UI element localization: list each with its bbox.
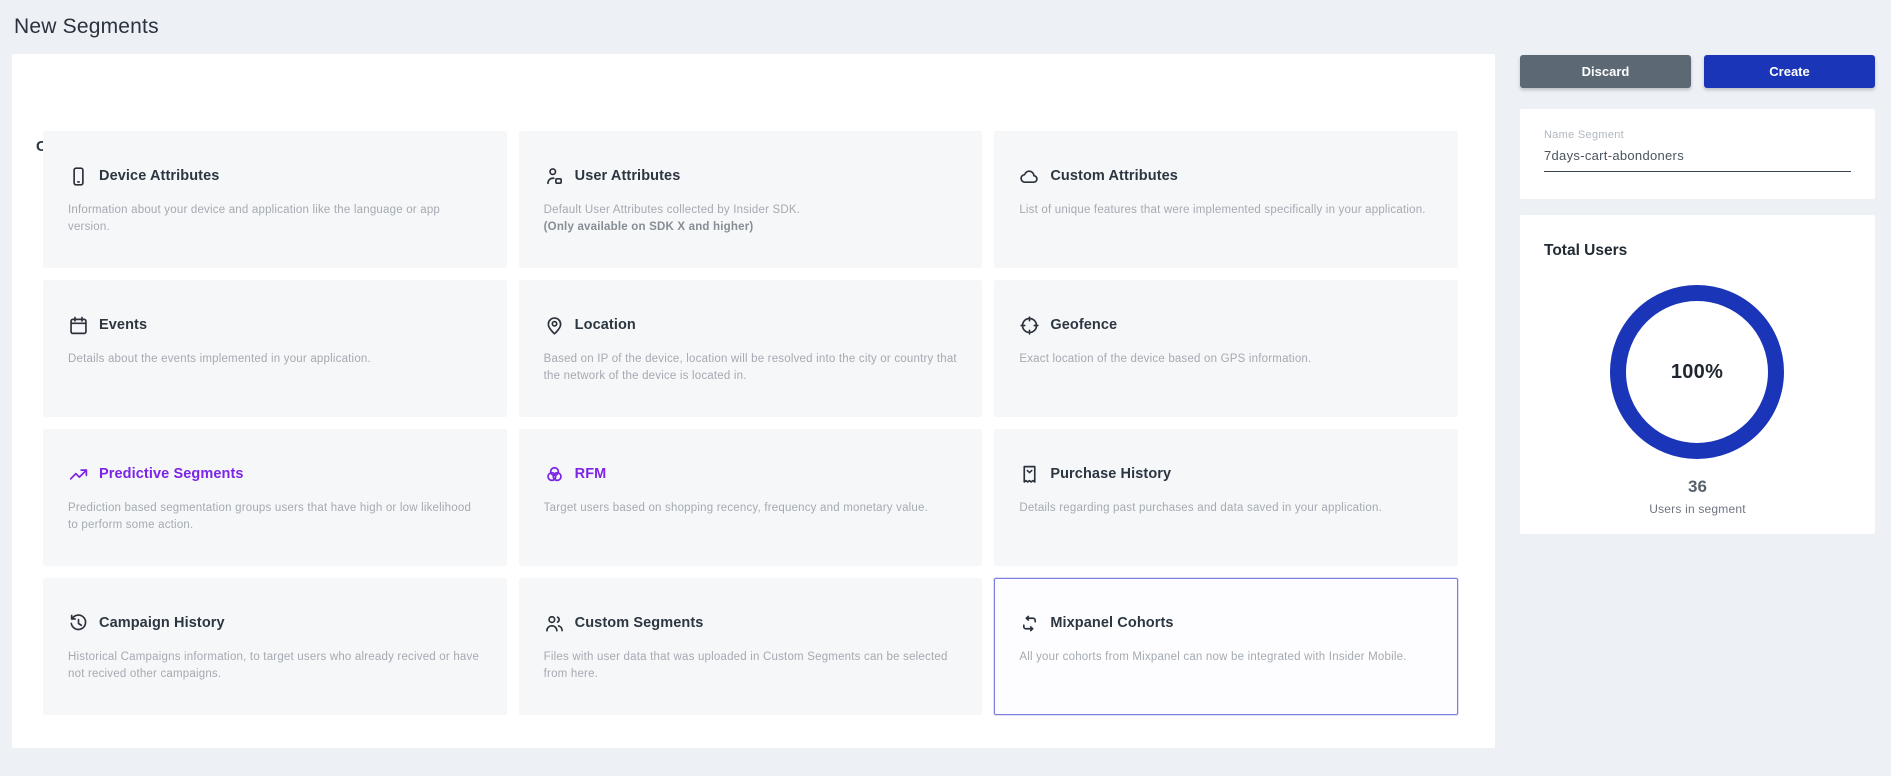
category-description: List of unique features that were implem… — [1019, 202, 1433, 219]
create-button[interactable]: Create — [1704, 55, 1875, 88]
category-card-location[interactable]: Location Based on IP of the device, loca… — [519, 280, 983, 417]
calendar-icon — [68, 315, 89, 336]
cloud-icon — [1019, 166, 1040, 187]
category-description: Default User Attributes collected by Ins… — [544, 202, 958, 219]
category-card-predictive-segments[interactable]: Predictive Segments Prediction based seg… — [43, 429, 507, 566]
category-description: Files with user data that was uploaded i… — [544, 649, 958, 683]
discard-button[interactable]: Discard — [1520, 55, 1691, 88]
name-segment-card: Name Segment — [1520, 109, 1875, 199]
category-title: Mixpanel Cohorts — [1050, 615, 1173, 631]
category-card-custom-attributes[interactable]: Custom Attributes List of unique feature… — [994, 131, 1458, 268]
category-card-custom-segments[interactable]: Custom Segments Files with user data tha… — [519, 578, 983, 715]
category-description: Based on IP of the device, location will… — [544, 351, 958, 385]
action-buttons: Discard Create — [1520, 55, 1875, 88]
venn-diagram-icon — [544, 464, 565, 485]
category-card-geofence[interactable]: Geofence Exact location of the device ba… — [994, 280, 1458, 417]
user-badge-icon — [544, 166, 565, 187]
category-title: Geofence — [1050, 317, 1117, 333]
category-title: Purchase History — [1050, 466, 1171, 482]
sync-arrows-icon — [1019, 613, 1040, 634]
total-users-count: 36 — [1520, 477, 1875, 497]
smartphone-icon — [68, 166, 89, 187]
history-clock-icon — [68, 613, 89, 634]
users-icon — [544, 613, 565, 634]
total-users-card: Total Users 100% 36 Users in segment — [1520, 215, 1875, 534]
total-users-donut: 100% — [1609, 284, 1785, 460]
name-segment-input[interactable] — [1544, 146, 1851, 172]
category-description: Details about the events implemented in … — [68, 351, 482, 368]
category-description: Target users based on shopping recency, … — [544, 500, 958, 517]
category-card-mixpanel-cohorts[interactable]: Mixpanel Cohorts All your cohorts from M… — [994, 578, 1458, 715]
total-users-caption: Users in segment — [1520, 502, 1875, 516]
category-title: Campaign History — [99, 615, 225, 631]
total-users-percent: 100% — [1609, 284, 1785, 460]
category-description: Information about your device and applic… — [68, 202, 482, 236]
category-description: Prediction based segmentation groups use… — [68, 500, 482, 534]
category-title: Events — [99, 317, 147, 333]
trend-up-icon — [68, 464, 89, 485]
category-title: Location — [575, 317, 636, 333]
category-title: Device Attributes — [99, 168, 219, 184]
category-card-events[interactable]: Events Details about the events implemen… — [43, 280, 507, 417]
receipt-icon — [1019, 464, 1040, 485]
category-title: User Attributes — [575, 168, 681, 184]
category-title: Predictive Segments — [99, 466, 244, 482]
category-description: Details regarding past purchases and dat… — [1019, 500, 1433, 517]
total-users-heading: Total Users — [1544, 242, 1627, 260]
category-card-campaign-history[interactable]: Campaign History Historical Campaigns in… — [43, 578, 507, 715]
category-description: Exact location of the device based on GP… — [1019, 351, 1433, 368]
category-grid: Device Attributes Information about your… — [43, 131, 1458, 715]
category-panel: Choose a category before creating a new … — [12, 54, 1495, 748]
map-pin-icon — [544, 315, 565, 336]
category-title: RFM — [575, 466, 607, 482]
category-card-purchase-history[interactable]: Purchase History Details regarding past … — [994, 429, 1458, 566]
category-title: Custom Segments — [575, 615, 704, 631]
category-description-note: (Only available on SDK X and higher) — [544, 219, 958, 236]
geofence-target-icon — [1019, 315, 1040, 336]
category-card-device-attributes[interactable]: Device Attributes Information about your… — [43, 131, 507, 268]
category-description: Historical Campaigns information, to tar… — [68, 649, 482, 683]
category-title: Custom Attributes — [1050, 168, 1178, 184]
category-description: All your cohorts from Mixpanel can now b… — [1019, 649, 1433, 666]
page-title: New Segments — [14, 15, 159, 39]
category-card-user-attributes[interactable]: User Attributes Default User Attributes … — [519, 131, 983, 268]
category-card-rfm[interactable]: RFM Target users based on shopping recen… — [519, 429, 983, 566]
name-segment-label: Name Segment — [1544, 129, 1851, 141]
